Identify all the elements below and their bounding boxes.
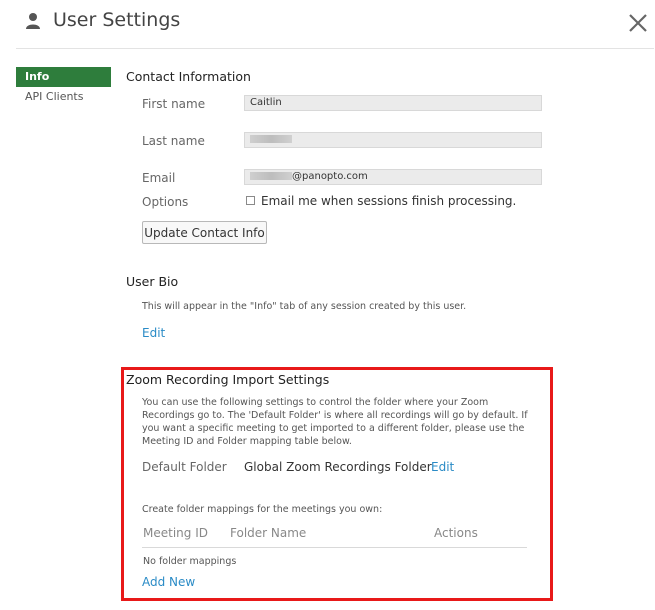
bio-edit-link[interactable]: Edit [142,326,165,340]
close-icon[interactable] [627,12,649,34]
email-field[interactable]: @panopto.com [244,169,542,185]
sidebar-item-info[interactable]: Info [16,67,111,87]
email-domain: @panopto.com [292,171,368,182]
first-name-field[interactable]: Caitlin [244,95,542,111]
bio-section-title: User Bio [126,274,179,289]
dialog-title: User Settings [53,9,181,31]
user-icon [26,13,40,29]
last-name-label: Last name [142,134,205,148]
email-label: Email [142,171,176,185]
zoom-settings-highlight-box [121,367,553,601]
contact-section-title: Contact Information [126,69,251,84]
options-label: Options [142,195,189,209]
redacted-email-user [250,172,292,180]
first-name-label: First name [142,97,206,111]
email-notification-checkbox[interactable] [246,196,255,205]
dialog-header: User Settings [0,0,655,50]
bio-description: This will appear in the "Info" tab of an… [142,301,467,312]
update-contact-info-button[interactable]: Update Contact Info [142,221,267,244]
header-divider [16,48,654,49]
email-notification-label[interactable]: Email me when sessions finish processing… [261,194,516,208]
redacted-last-name [250,135,292,143]
sidebar-item-api-clients[interactable]: API Clients [25,90,83,103]
last-name-field[interactable] [244,132,542,148]
